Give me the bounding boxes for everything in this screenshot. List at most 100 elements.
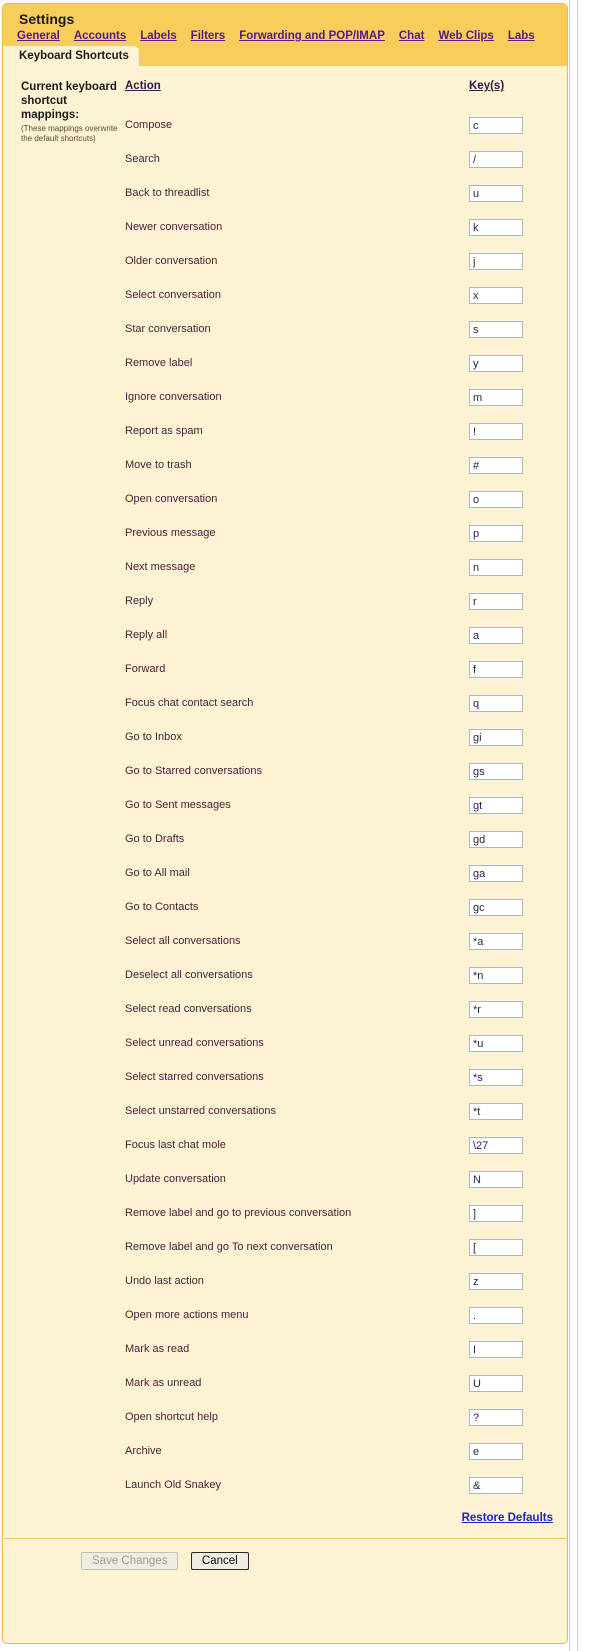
table-row: Go to Drafts (125, 822, 553, 856)
shortcut-key-input[interactable] (469, 253, 523, 271)
table-row: Focus last chat mole (125, 1128, 553, 1162)
restore-defaults-link[interactable]: Restore Defaults (462, 1512, 553, 1524)
sidebar-note: (These mappings overwrite the default sh… (21, 124, 118, 143)
shortcut-key-cell (469, 142, 553, 176)
shortcut-key-input[interactable] (469, 457, 523, 475)
shortcut-key-input[interactable] (469, 321, 523, 339)
shortcut-key-input[interactable] (469, 967, 523, 985)
shortcut-key-input[interactable] (469, 899, 523, 917)
shortcut-key-input[interactable] (469, 219, 523, 237)
shortcut-key-input[interactable] (469, 933, 523, 951)
shortcut-action-label: Open shortcut help (125, 1411, 218, 1423)
shortcuts-table: Action Key(s) Compose Search Back to threa… (125, 80, 553, 1502)
tab-general[interactable]: General (17, 30, 60, 46)
shortcut-key-input[interactable] (469, 593, 523, 611)
shortcut-action-label: Open conversation (125, 493, 218, 505)
shortcut-key-input[interactable] (469, 151, 523, 169)
shortcut-key-input[interactable] (469, 1477, 523, 1495)
shortcut-key-input[interactable] (469, 797, 523, 815)
tab-accounts[interactable]: Accounts (74, 30, 126, 46)
tab-chat[interactable]: Chat (399, 30, 425, 46)
shortcut-key-cell (469, 822, 553, 856)
shortcut-key-cell (469, 958, 553, 992)
shortcut-key-input[interactable] (469, 1205, 523, 1223)
sidebar-heading: Current keyboard shortcut mappings: (21, 81, 117, 121)
shortcut-key-input[interactable] (469, 661, 523, 679)
shortcut-key-input[interactable] (469, 117, 523, 135)
shortcut-key-input[interactable] (469, 287, 523, 305)
shortcut-key-cell (469, 380, 553, 414)
shortcut-key-input[interactable] (469, 763, 523, 781)
shortcut-key-cell (469, 890, 553, 924)
shortcut-key-cell (469, 312, 553, 346)
table-row: Ignore conversation (125, 380, 553, 414)
shortcut-key-cell (469, 516, 553, 550)
shortcut-key-input[interactable] (469, 185, 523, 203)
table-row: Select unstarred conversations (125, 1094, 553, 1128)
shortcut-key-input[interactable] (469, 729, 523, 747)
table-row: Focus chat contact search (125, 686, 553, 720)
shortcut-key-cell (469, 1128, 553, 1162)
settings-content: Current keyboard shortcut mappings: (The… (3, 66, 567, 1538)
shortcut-key-input[interactable] (469, 1171, 523, 1189)
shortcut-key-input[interactable] (469, 423, 523, 441)
shortcut-key-input[interactable] (469, 695, 523, 713)
tab-keyboard-shortcuts[interactable]: Keyboard Shortcuts (3, 46, 139, 66)
shortcut-action-label: Search (125, 153, 160, 165)
shortcut-key-input[interactable] (469, 627, 523, 645)
tab-web-clips[interactable]: Web Clips (438, 30, 493, 46)
shortcut-action-label: Ignore conversation (125, 391, 222, 403)
table-row: Reply (125, 584, 553, 618)
tab-filters[interactable]: Filters (191, 30, 226, 46)
shortcut-key-cell (469, 244, 553, 278)
table-row: Next message (125, 550, 553, 584)
shortcut-key-input[interactable] (469, 1103, 523, 1121)
shortcut-key-cell (469, 1060, 553, 1094)
shortcut-key-input[interactable] (469, 389, 523, 407)
shortcut-key-input[interactable] (469, 1137, 523, 1155)
shortcut-action-label: Reply all (125, 629, 168, 641)
shortcut-action-label: Go to Drafts (125, 833, 185, 845)
save-changes-button[interactable]: Save Changes (81, 1552, 179, 1570)
table-row: Remove label and go To next conversation (125, 1230, 553, 1264)
shortcut-key-input[interactable] (469, 1409, 523, 1427)
table-row: Launch Old Snakey (125, 1468, 553, 1502)
tab-labels[interactable]: Labels (140, 30, 176, 46)
footer-actions: Save Changes Cancel (3, 1539, 567, 1584)
shortcut-key-cell (469, 686, 553, 720)
shortcut-key-cell (469, 788, 553, 822)
shortcut-key-input[interactable] (469, 1375, 523, 1393)
shortcut-action-label: Go to Inbox (125, 731, 182, 743)
shortcut-action-label: Report as spam (125, 425, 203, 437)
table-row: Remove label and go to previous conversa… (125, 1196, 553, 1230)
table-row: Go to All mail (125, 856, 553, 890)
shortcut-key-input[interactable] (469, 1341, 523, 1359)
shortcut-key-input[interactable] (469, 1443, 523, 1461)
shortcut-key-cell (469, 992, 553, 1026)
shortcut-key-input[interactable] (469, 1001, 523, 1019)
shortcut-key-input[interactable] (469, 559, 523, 577)
shortcut-key-cell (469, 1094, 553, 1128)
shortcut-key-cell (469, 1332, 553, 1366)
shortcut-key-input[interactable] (469, 355, 523, 373)
shortcut-key-input[interactable] (469, 1239, 523, 1257)
table-row: Star conversation (125, 312, 553, 346)
shortcut-key-input[interactable] (469, 831, 523, 849)
tab-labs[interactable]: Labs (508, 30, 535, 46)
settings-panel: Settings General Accounts Labels Filters For… (2, 3, 568, 1644)
shortcut-key-input[interactable] (469, 865, 523, 883)
shortcut-key-input[interactable] (469, 1069, 523, 1087)
table-row: Undo last action (125, 1264, 553, 1298)
shortcut-action-label: Select all conversations (125, 935, 241, 947)
tab-forwarding-and-pop-imap[interactable]: Forwarding and POP/IMAP (239, 30, 385, 46)
shortcut-key-input[interactable] (469, 1307, 523, 1325)
shortcut-key-input[interactable] (469, 525, 523, 543)
shortcut-action-label: Remove label (125, 357, 193, 369)
shortcut-key-input[interactable] (469, 491, 523, 509)
shortcut-key-input[interactable] (469, 1035, 523, 1053)
shortcut-key-cell (469, 1434, 553, 1468)
shortcut-key-cell (469, 618, 553, 652)
shortcut-key-input[interactable] (469, 1273, 523, 1291)
cancel-button[interactable]: Cancel (190, 1552, 249, 1570)
settings-header: Settings General Accounts Labels Filters For… (3, 4, 567, 66)
